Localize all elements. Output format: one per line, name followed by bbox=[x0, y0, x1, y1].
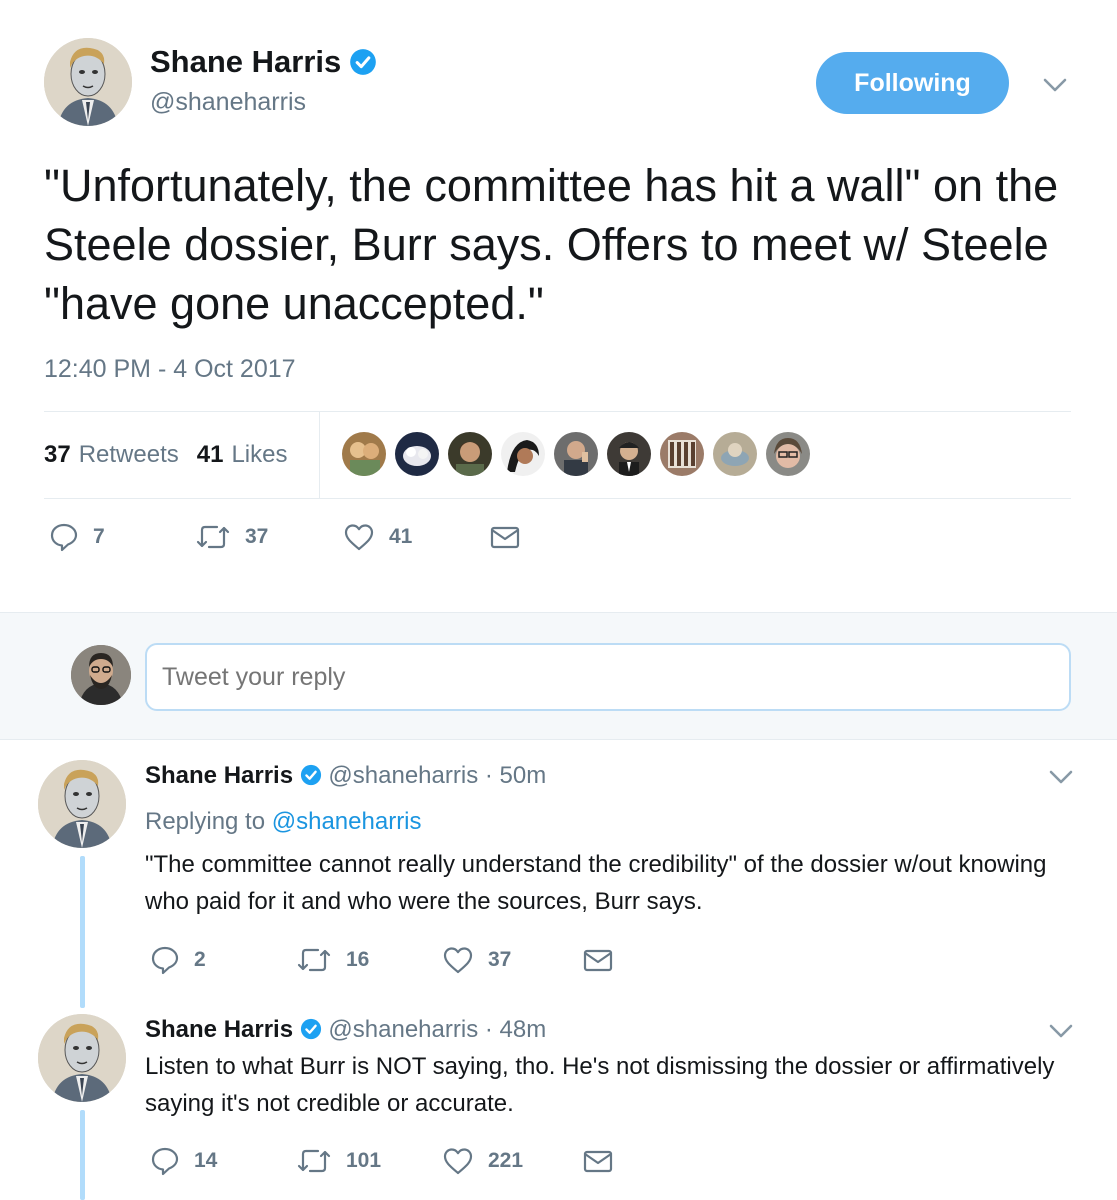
envelope-icon bbox=[583, 1150, 613, 1173]
like-action[interactable]: 41 bbox=[343, 522, 489, 552]
retweet-action[interactable]: 37 bbox=[195, 522, 343, 552]
author-name[interactable]: Shane Harris bbox=[145, 762, 293, 789]
like-action[interactable]: 221 bbox=[442, 1146, 582, 1176]
like-count: 41 bbox=[389, 525, 413, 548]
main-tweet-actions: 7 37 41 bbox=[49, 522, 521, 552]
likers-avatars bbox=[342, 432, 810, 476]
retweet-action[interactable]: 16 bbox=[296, 945, 442, 975]
chevron-down-icon[interactable] bbox=[1040, 72, 1070, 98]
tweet-text: "Unfortunately, the committee has hit a … bbox=[44, 160, 1059, 329]
tweet-actions: 2 16 37 bbox=[150, 945, 614, 975]
retweet-icon bbox=[297, 1149, 331, 1173]
liker-avatar[interactable] bbox=[713, 432, 757, 476]
thread-connector-line bbox=[80, 856, 85, 1008]
liker-avatar[interactable] bbox=[660, 432, 704, 476]
reply-action[interactable]: 14 bbox=[150, 1146, 296, 1176]
retweets-count: 37 bbox=[44, 441, 71, 468]
chevron-down-icon[interactable] bbox=[1046, 1020, 1076, 1042]
reply-count: 2 bbox=[194, 948, 206, 971]
likes-count: 41 bbox=[196, 441, 224, 468]
liker-avatar[interactable] bbox=[501, 432, 545, 476]
retweet-count: 37 bbox=[245, 525, 269, 548]
heart-icon bbox=[344, 524, 374, 551]
heart-icon bbox=[443, 947, 473, 974]
retweets-label: Retweets bbox=[78, 441, 179, 468]
tweet-time[interactable]: 50m bbox=[500, 762, 547, 789]
reply-icon bbox=[50, 523, 78, 552]
author-avatar[interactable] bbox=[44, 38, 132, 126]
retweet-icon bbox=[297, 948, 331, 972]
envelope-icon bbox=[490, 526, 520, 549]
message-action[interactable] bbox=[582, 946, 614, 974]
tweet-actions: 14 101 221 bbox=[150, 1146, 614, 1176]
liker-avatar[interactable] bbox=[342, 432, 386, 476]
tweet-text: Listen to what Burr is NOT saying, tho. … bbox=[145, 1053, 1055, 1117]
author-handle[interactable]: @shaneharris bbox=[328, 762, 478, 789]
retweet-action[interactable]: 101 bbox=[296, 1146, 442, 1176]
liker-avatar[interactable] bbox=[448, 432, 492, 476]
following-button[interactable]: Following bbox=[816, 52, 1009, 114]
message-action[interactable] bbox=[582, 1147, 614, 1175]
thread-tweet[interactable]: Shane Harris @shaneharris · 50m Replying… bbox=[0, 740, 1117, 1008]
reply-icon bbox=[151, 1147, 179, 1176]
verified-badge-icon bbox=[350, 49, 377, 75]
reply-action[interactable]: 7 bbox=[49, 522, 195, 552]
main-tweet: Shane Harris @shaneharris Following "Unf… bbox=[0, 0, 1117, 612]
liker-avatar[interactable] bbox=[766, 432, 810, 476]
author-avatar[interactable] bbox=[38, 1014, 126, 1102]
liker-avatar[interactable] bbox=[554, 432, 598, 476]
tweet-timestamp[interactable]: 12:40 PM - 4 Oct 2017 bbox=[44, 355, 296, 384]
retweet-count: 16 bbox=[346, 948, 370, 971]
reply-composer bbox=[0, 612, 1117, 740]
like-action[interactable]: 37 bbox=[442, 945, 582, 975]
likes-label: Likes bbox=[231, 441, 288, 468]
reply-icon bbox=[151, 946, 179, 975]
stats-counts: 37 Retweets 41 Likes bbox=[44, 412, 320, 498]
tweet-text: "The committee cannot really understand … bbox=[145, 851, 1047, 915]
replying-to: Replying to @shaneharris bbox=[145, 808, 422, 836]
reply-action[interactable]: 2 bbox=[150, 945, 296, 975]
likes-stat[interactable]: 41 Likes bbox=[197, 441, 288, 469]
retweets-stat[interactable]: 37 Retweets bbox=[44, 441, 179, 469]
thread-tweet[interactable]: Shane Harris @shaneharris · 48m Listen t… bbox=[0, 1000, 1117, 1200]
tweet-header: Shane Harris @shaneharris · 48m bbox=[145, 1016, 546, 1044]
envelope-icon bbox=[583, 949, 613, 972]
separator-dot: · bbox=[484, 1016, 493, 1043]
author-name[interactable]: Shane Harris bbox=[145, 1016, 293, 1043]
verified-badge-icon bbox=[300, 764, 321, 786]
retweet-count: 101 bbox=[346, 1149, 382, 1172]
author-avatar[interactable] bbox=[38, 760, 126, 848]
verified-badge-icon bbox=[300, 1018, 321, 1040]
author-name[interactable]: Shane Harris bbox=[150, 44, 377, 80]
like-count: 37 bbox=[488, 948, 512, 971]
heart-icon bbox=[443, 1148, 473, 1175]
message-action[interactable] bbox=[489, 523, 521, 551]
reply-input[interactable] bbox=[145, 643, 1071, 711]
tweet-header: Shane Harris @shaneharris · 50m bbox=[145, 762, 546, 790]
replying-to-link[interactable]: @shaneharris bbox=[272, 808, 422, 835]
liker-avatar[interactable] bbox=[607, 432, 651, 476]
chevron-down-icon[interactable] bbox=[1046, 766, 1076, 788]
reply-count: 14 bbox=[194, 1149, 218, 1172]
replying-prefix: Replying to bbox=[145, 808, 266, 835]
like-count: 221 bbox=[488, 1149, 524, 1172]
author-handle[interactable]: @shaneharris bbox=[150, 88, 306, 117]
thread-connector-line bbox=[80, 1110, 85, 1200]
tweet-stats: 37 Retweets 41 Likes bbox=[44, 411, 1071, 499]
author-handle[interactable]: @shaneharris bbox=[328, 1016, 478, 1043]
retweet-icon bbox=[196, 525, 230, 549]
tweet-time[interactable]: 48m bbox=[500, 1016, 547, 1043]
author-name-text[interactable]: Shane Harris bbox=[150, 44, 341, 80]
current-user-avatar[interactable] bbox=[71, 645, 131, 705]
liker-avatar[interactable] bbox=[395, 432, 439, 476]
reply-count: 7 bbox=[93, 525, 105, 548]
separator-dot: · bbox=[484, 762, 493, 789]
